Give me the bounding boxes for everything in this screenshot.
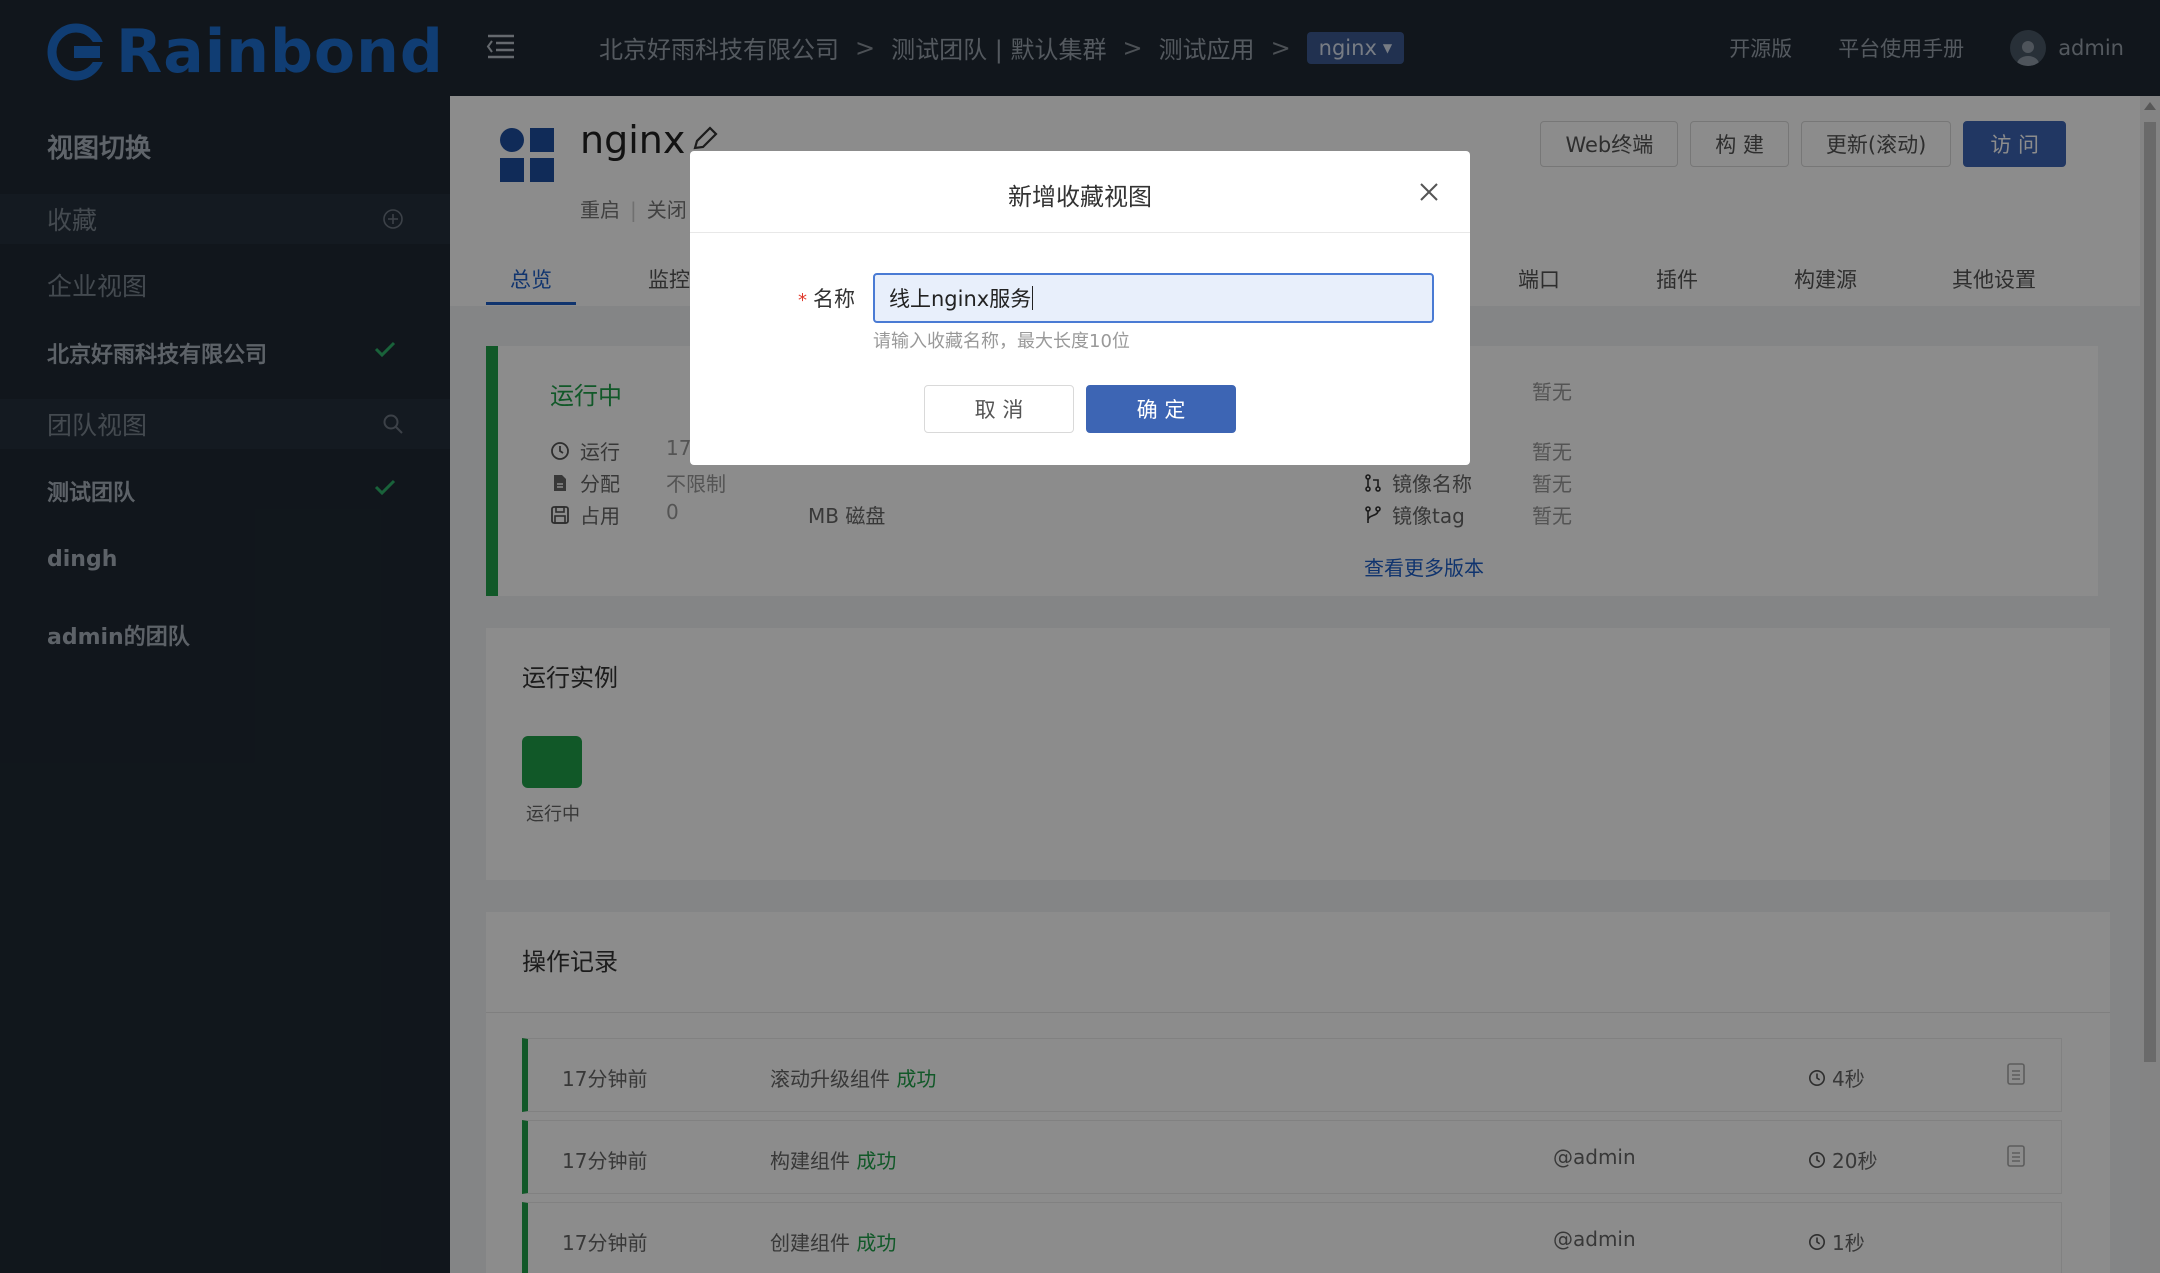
required-mark: * (798, 290, 807, 311)
favorite-name-value: 线上nginx服务 (889, 287, 1032, 311)
name-field-hint: 请输入收藏名称，最大长度10位 (873, 331, 1130, 352)
name-label-text: 名称 (813, 287, 855, 311)
dialog-header: 新增收藏视图 (690, 151, 1470, 233)
name-field-label: * 名称 (798, 283, 855, 313)
close-icon[interactable] (1418, 181, 1440, 203)
add-favorite-view-dialog: 新增收藏视图 * 名称 线上nginx服务 请输入收藏名称，最大长度10位 取 消… (690, 151, 1470, 465)
favorite-name-input[interactable]: 线上nginx服务 (873, 273, 1434, 323)
cancel-button[interactable]: 取 消 (924, 385, 1074, 433)
dialog-title: 新增收藏视图 (1008, 183, 1152, 211)
text-caret (1032, 286, 1034, 310)
confirm-button[interactable]: 确 定 (1086, 385, 1236, 433)
